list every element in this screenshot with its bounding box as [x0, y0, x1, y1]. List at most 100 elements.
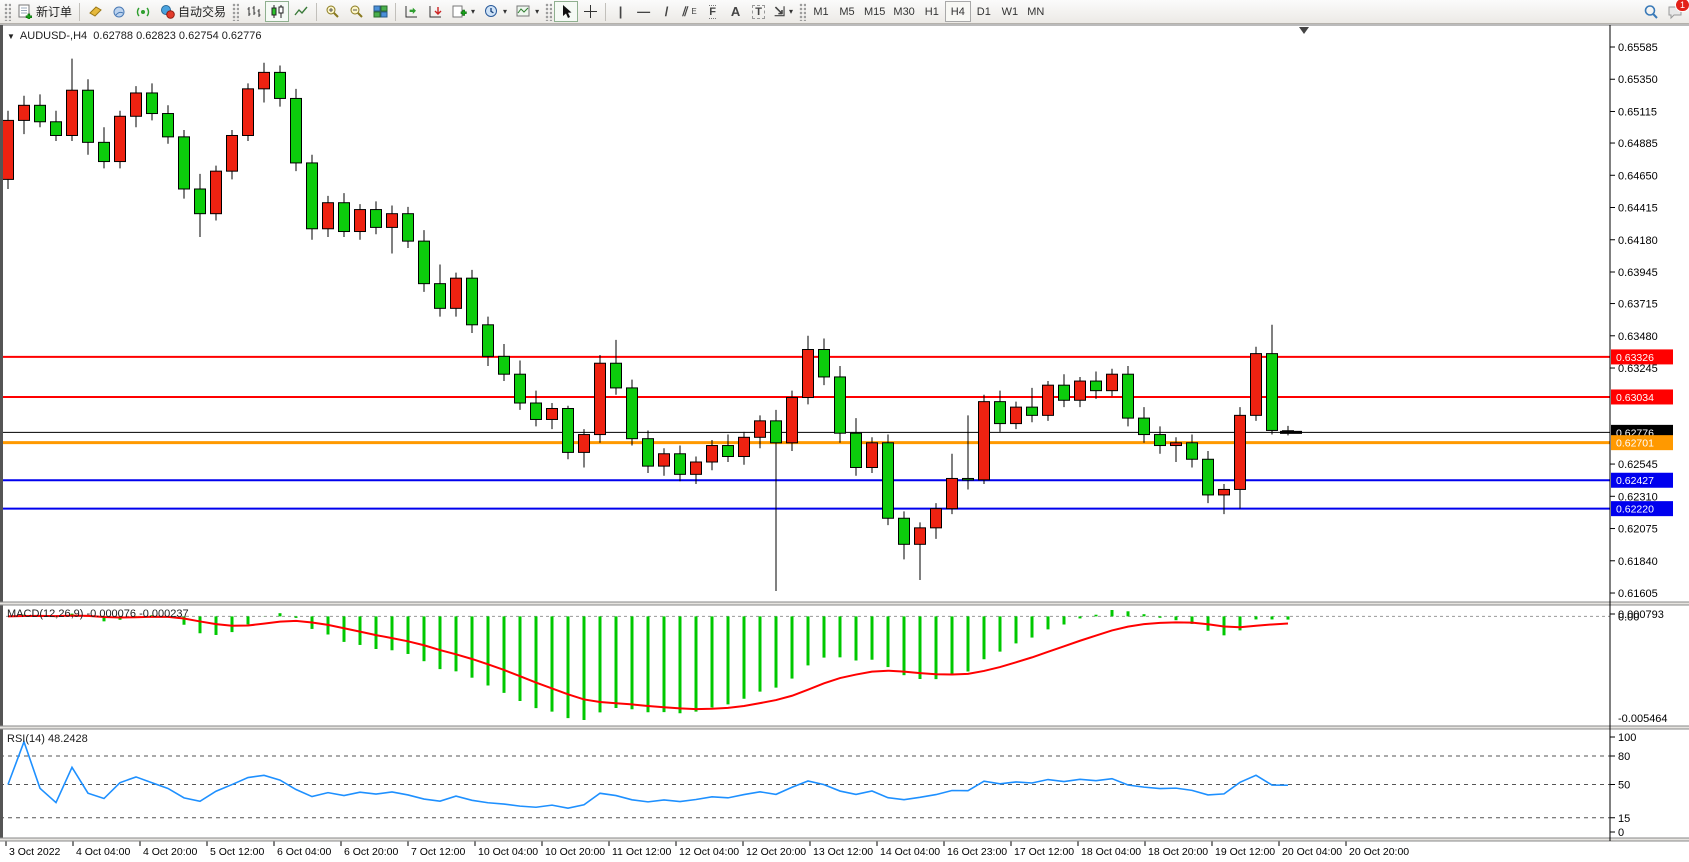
crosshair-icon [582, 4, 598, 20]
candle-body [243, 89, 254, 136]
toolbar-separator [605, 3, 606, 21]
price-axis-label: 0.61605 [1618, 588, 1658, 600]
candle-body [595, 363, 606, 434]
horizontal-line-button[interactable]: — [632, 1, 655, 22]
time-axis-label: 18 Oct 20:00 [1148, 846, 1208, 858]
timeframe-button-m1[interactable]: M1 [808, 1, 834, 22]
candle-body [275, 72, 286, 98]
equidistant-channel-button[interactable]: ⫽E [678, 1, 701, 22]
chart-shift-icon [427, 4, 443, 20]
trendline-button[interactable]: / [655, 1, 678, 22]
candle-body [307, 163, 318, 229]
macd-value: -0.000076 [86, 608, 136, 620]
price-badge-label: 0.62701 [1616, 438, 1654, 450]
candle-body [179, 137, 190, 189]
auto-scroll-icon [403, 4, 419, 20]
toolbar-grip[interactable] [799, 3, 806, 21]
cursor-button[interactable] [554, 1, 578, 22]
time-axis-label: 10 Oct 04:00 [478, 846, 538, 858]
candle-body [323, 203, 334, 229]
candle-body [1235, 415, 1246, 489]
candle-body [291, 98, 302, 162]
auto-scroll-button[interactable] [399, 1, 423, 22]
candle-body [99, 142, 110, 161]
text-button[interactable]: A [724, 1, 747, 22]
new-order-button[interactable]: 新订单 [13, 1, 76, 22]
bar-chart-button[interactable] [241, 1, 265, 22]
toolbar-grip[interactable] [4, 3, 11, 21]
candle-body [675, 454, 686, 475]
rsi-axis-label: 0 [1618, 827, 1624, 839]
candlestick-chart-button[interactable] [265, 1, 289, 22]
profile-button[interactable] [107, 1, 131, 22]
text-label-icon: T [752, 5, 765, 19]
timeframe-button-h1[interactable]: H1 [919, 1, 945, 22]
market-watch-button[interactable] [131, 1, 155, 22]
autotrading-button[interactable]: 自动交易 [155, 1, 230, 22]
candle-body [579, 435, 590, 453]
toolbar-separator [79, 3, 80, 21]
toolbar-grip[interactable] [232, 3, 239, 21]
indicators-button[interactable]: ▾ [447, 1, 479, 22]
price-axis-label: 0.62075 [1618, 524, 1658, 536]
candle-body [499, 356, 510, 374]
candle-body [259, 72, 270, 88]
arrows-button[interactable]: ⇲▾ [770, 1, 797, 22]
timeframe-button-m15[interactable]: M15 [860, 1, 889, 22]
crosshair-button[interactable] [578, 1, 602, 22]
candle-body [195, 189, 206, 214]
fibonacci-icon: F [709, 5, 716, 19]
arrows-icon: ⇲ [774, 4, 785, 20]
templates-button[interactable]: ▾ [511, 1, 543, 22]
add-indicator-icon [451, 4, 467, 20]
candle-body [211, 171, 222, 214]
line-chart-button[interactable] [289, 1, 313, 22]
timeframe-button-h4[interactable]: H4 [945, 1, 971, 22]
zoom-in-button[interactable] [320, 1, 344, 22]
search-button[interactable] [1639, 1, 1663, 22]
candle-body [419, 241, 430, 284]
clock-icon [483, 4, 499, 20]
trendline-icon: / [665, 4, 669, 19]
timeframe-button-m30[interactable]: M30 [889, 1, 918, 22]
fibonacci-button[interactable]: F [701, 1, 724, 22]
tile-windows-button[interactable] [368, 1, 392, 22]
toolbar-grip[interactable] [545, 3, 552, 21]
timeframe-button-mn[interactable]: MN [1023, 1, 1049, 22]
candle-body [867, 443, 878, 468]
candle-body [339, 203, 350, 232]
dropdown-caret-icon: ▾ [535, 7, 539, 16]
candle-body [115, 116, 126, 161]
notification-count-badge: 1 [1675, 0, 1689, 12]
periods-button[interactable]: ▾ [479, 1, 511, 22]
candle-body [515, 374, 526, 403]
zoom-out-button[interactable] [344, 1, 368, 22]
price-axis-label: 0.65350 [1618, 74, 1658, 86]
autotrading-icon [159, 4, 175, 20]
metaeditor-button[interactable] [83, 1, 107, 22]
time-axis-label: 12 Oct 04:00 [679, 846, 739, 858]
candle-body [1107, 374, 1118, 390]
time-axis-label: 6 Oct 20:00 [344, 846, 398, 858]
candle-body [915, 528, 926, 544]
vertical-line-button[interactable]: | [609, 1, 632, 22]
candle-body [851, 433, 862, 467]
toolbar-separator [316, 3, 317, 21]
autotrading-label: 自动交易 [178, 3, 226, 20]
timeframe-button-d1[interactable]: D1 [971, 1, 997, 22]
window-menu-icon[interactable]: ▼ [7, 32, 15, 41]
notifications-button[interactable]: 1 [1663, 1, 1687, 22]
timeframe-button-w1[interactable]: W1 [997, 1, 1023, 22]
candle-body [371, 210, 382, 228]
chart-canvas[interactable]: 0.655850.653500.651150.648850.646500.644… [0, 0, 1689, 862]
candle-body [1043, 385, 1054, 415]
timeframe-button-m5[interactable]: M5 [834, 1, 860, 22]
new-order-icon [17, 4, 33, 20]
candle-body [403, 214, 414, 241]
chart-shift-button[interactable] [423, 1, 447, 22]
candle-body [131, 93, 142, 116]
candle-body [355, 210, 366, 232]
zoom-in-icon [324, 4, 340, 20]
candle-body [547, 408, 558, 419]
text-label-button[interactable]: T [747, 1, 770, 22]
